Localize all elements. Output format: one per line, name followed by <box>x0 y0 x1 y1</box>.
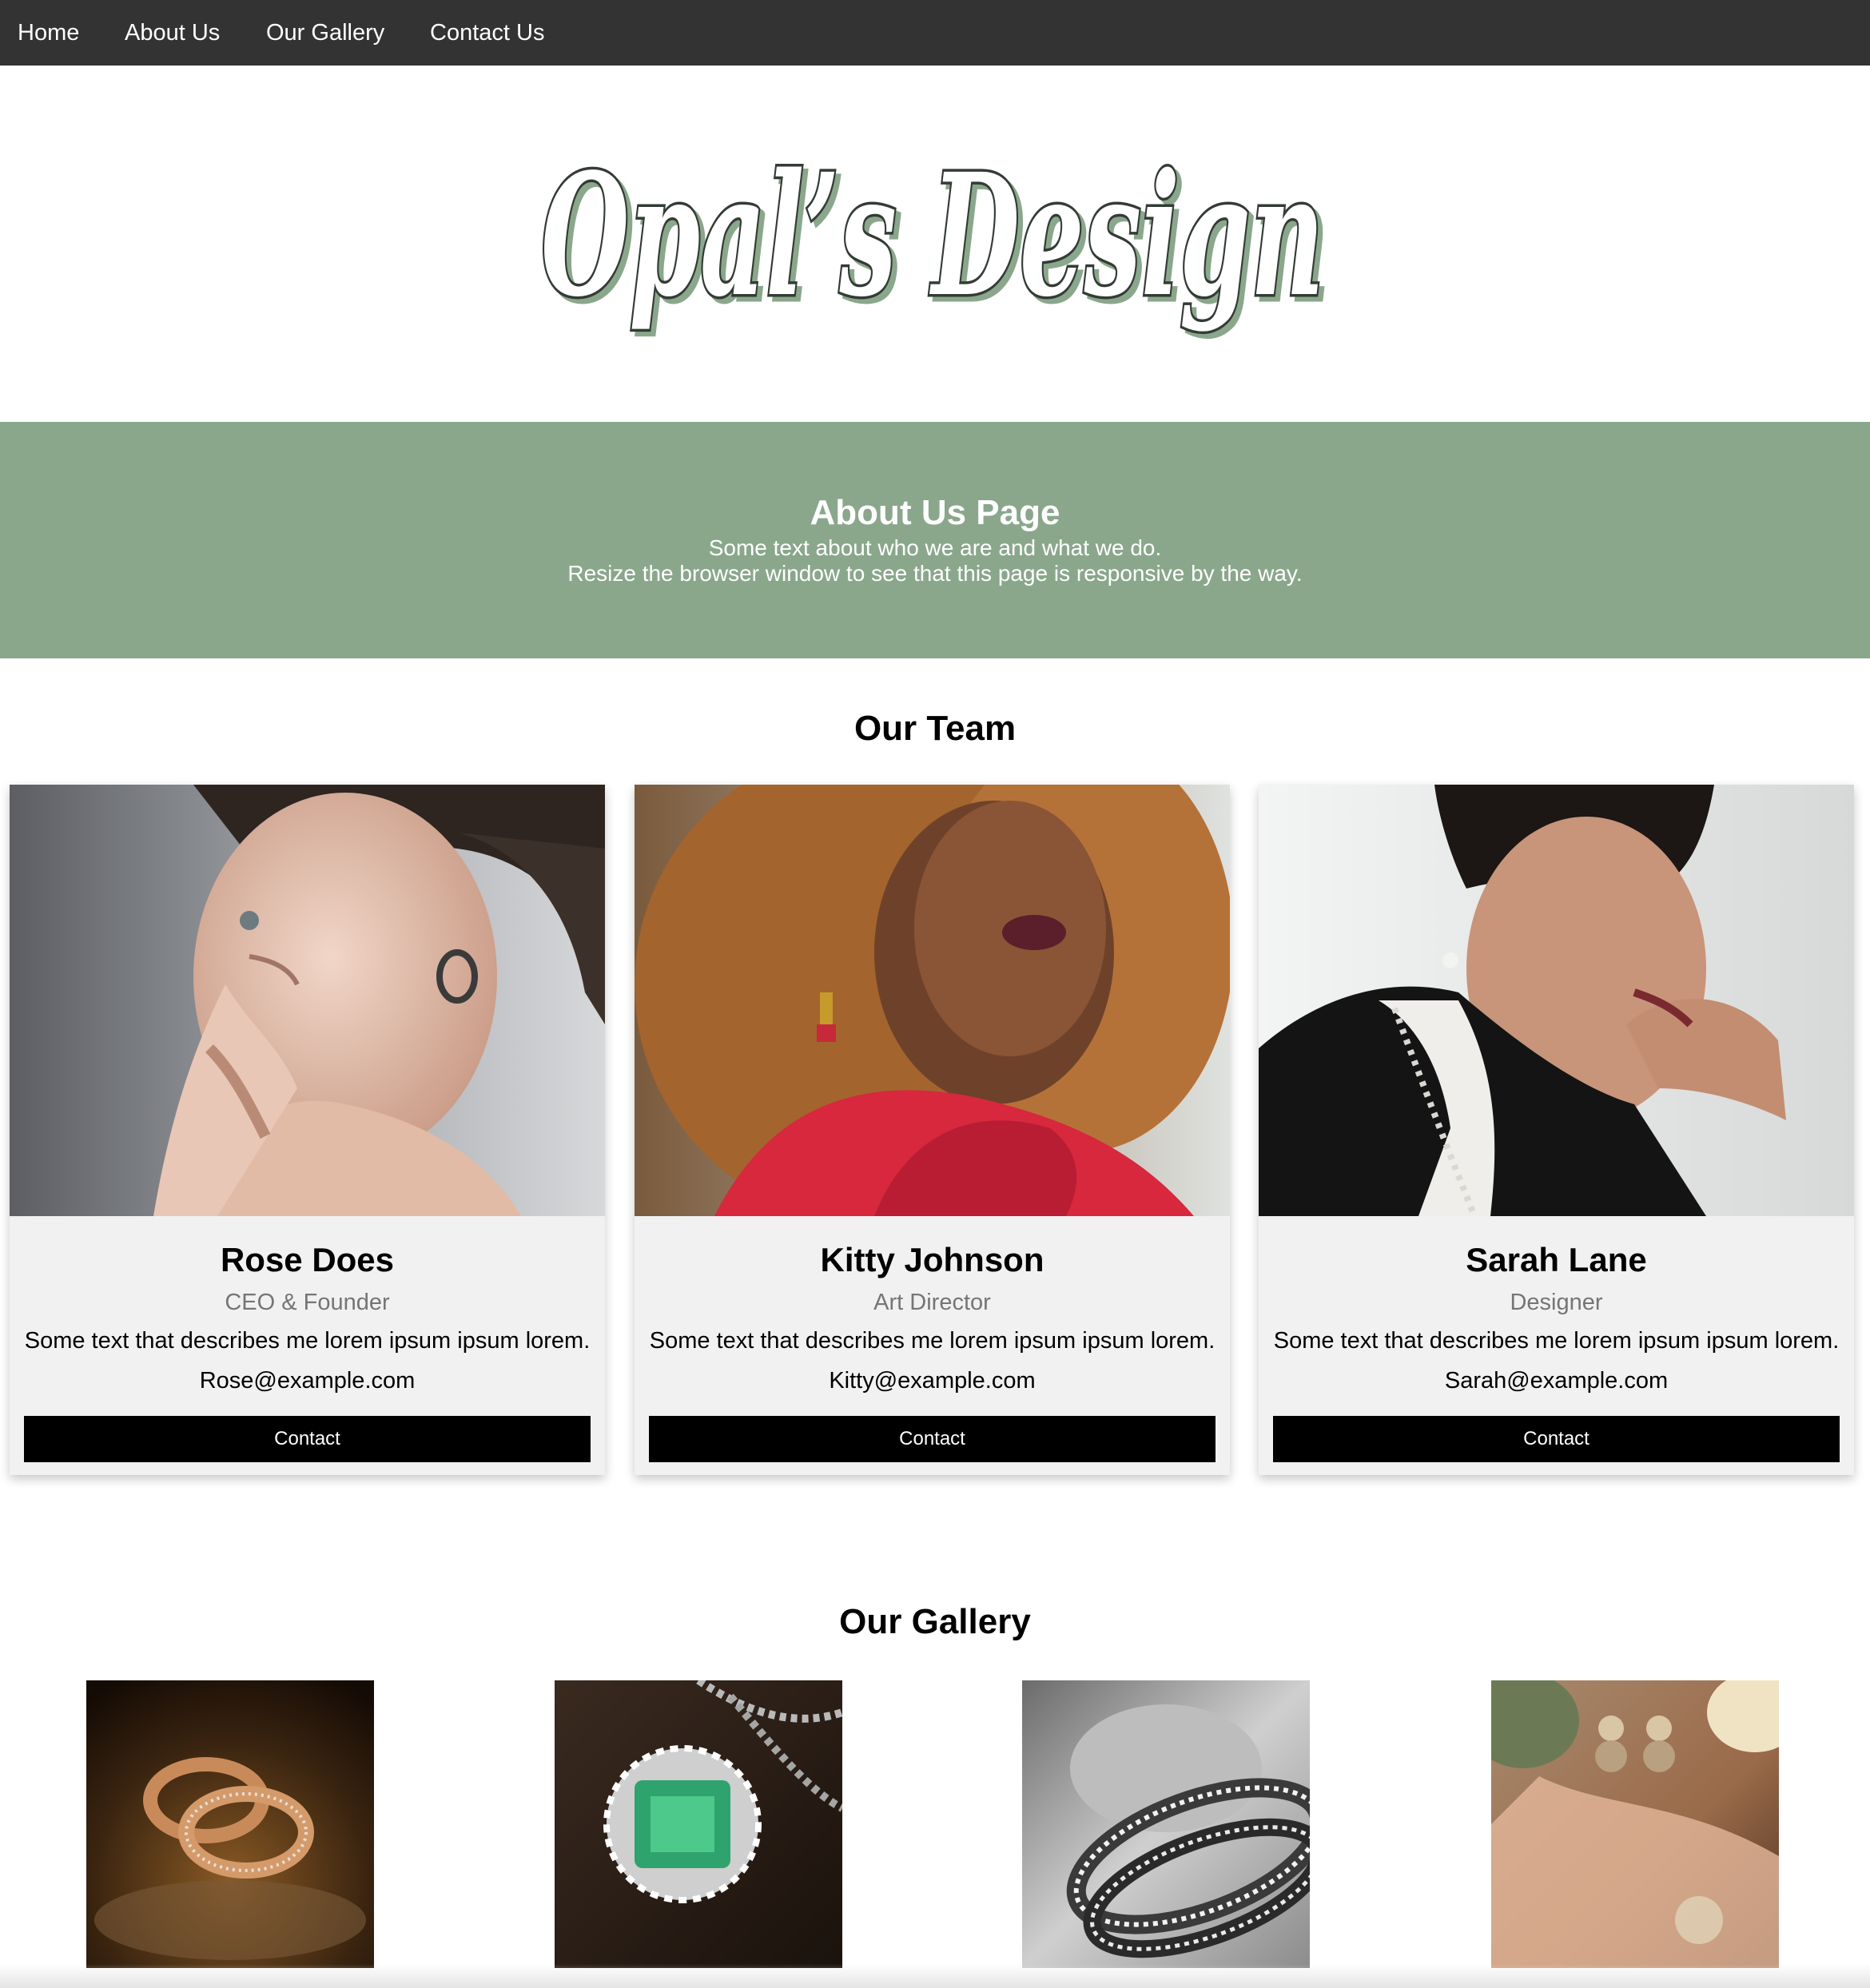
member-photo-kitty <box>635 785 1230 1216</box>
member-role: Designer <box>1510 1290 1603 1315</box>
member-role: Art Director <box>873 1290 991 1315</box>
hero-text-line-2: Resize the browser window to see that th… <box>567 561 1303 586</box>
member-photo-rose <box>10 785 605 1216</box>
nav-about-us-link[interactable]: About Us <box>125 0 220 66</box>
member-email: Kitty@example.com <box>829 1368 1036 1394</box>
contact-button-kitty[interactable]: Contact <box>649 1416 1216 1462</box>
team-heading: Our Team <box>853 709 1017 748</box>
top-navigation: Home About Us Our Gallery Contact Us <box>0 0 1870 66</box>
nav-home-link[interactable]: Home <box>18 0 79 66</box>
hero-text-line-1: Some text about who we are and what we d… <box>708 535 1162 560</box>
bottom-fade <box>0 1964 1870 1988</box>
member-description: Some text that describes me lorem ipsum … <box>1273 1328 1840 1354</box>
member-email: Rose@example.com <box>199 1368 416 1394</box>
team-card-kitty: Kitty Johnson Art Director Some text tha… <box>635 785 1230 1475</box>
contact-button-sarah[interactable]: Contact <box>1273 1416 1840 1462</box>
member-name: Kitty Johnson <box>820 1241 1044 1278</box>
contact-button-rose[interactable]: Contact <box>24 1416 591 1462</box>
hero-title: About Us Page <box>810 493 1060 532</box>
gallery-image-gold-earrings[interactable] <box>1491 1680 1779 1968</box>
member-photo-sarah <box>1259 785 1854 1216</box>
logo-svg: Opal’s Design Opal’s Design <box>539 134 1332 342</box>
gallery-heading: Our Gallery <box>839 1602 1031 1641</box>
nav-our-gallery-link[interactable]: Our Gallery <box>266 0 384 66</box>
gallery-image-rose-gold-rings[interactable] <box>86 1680 374 1968</box>
nav-contact-us-link[interactable]: Contact Us <box>430 0 544 66</box>
gallery-image-emerald-pendant[interactable] <box>555 1680 842 1968</box>
brand-logo: Opal’s Design Opal’s Design <box>0 66 1870 422</box>
about-hero-banner: About Us Page Some text about who we are… <box>0 422 1870 658</box>
team-card-rose: Rose Does CEO & Founder Some text that d… <box>10 785 605 1475</box>
member-description: Some text that describes me lorem ipsum … <box>649 1328 1216 1354</box>
member-role: CEO & Founder <box>225 1290 390 1315</box>
team-card-sarah: Sarah Lane Designer Some text that descr… <box>1259 785 1854 1475</box>
member-name: Rose Does <box>220 1241 395 1278</box>
member-email: Sarah@example.com <box>1444 1368 1669 1394</box>
member-name: Sarah Lane <box>1466 1241 1647 1278</box>
member-description: Some text that describes me lorem ipsum … <box>24 1328 591 1354</box>
gallery-image-silver-rings[interactable] <box>1022 1680 1310 1968</box>
logo-text: Opal’s Design <box>541 137 1324 334</box>
